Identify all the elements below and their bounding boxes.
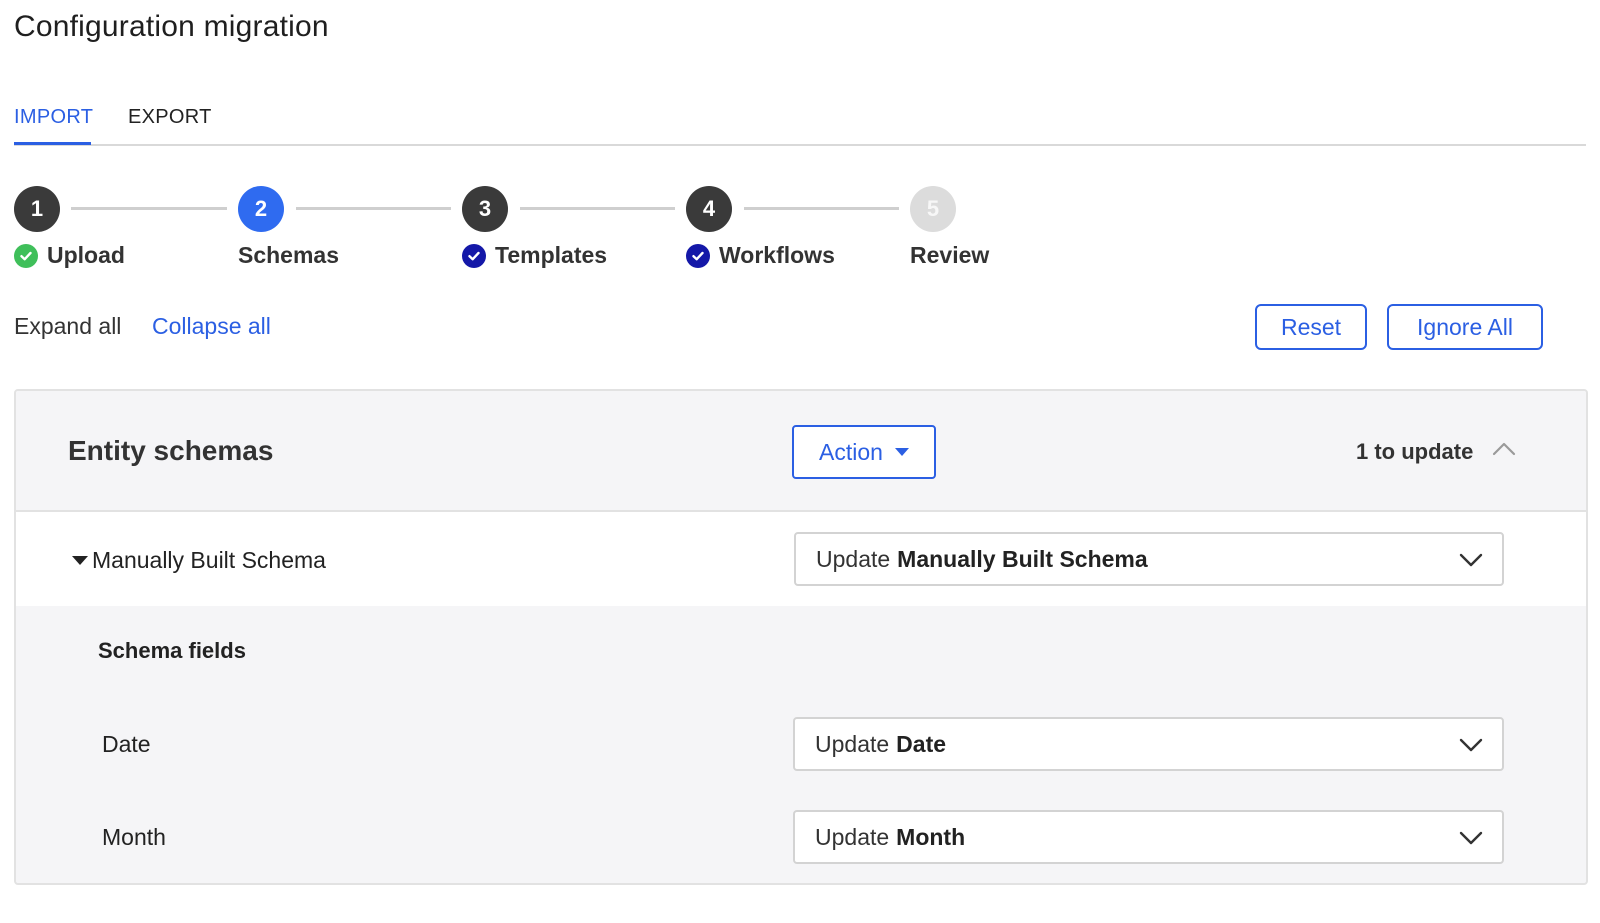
collapse-all-link[interactable]: Collapse all: [152, 313, 271, 340]
ignore-all-button[interactable]: Ignore All: [1387, 304, 1543, 350]
select-prefix: Update: [816, 545, 891, 572]
navy-check-icon: [462, 243, 486, 268]
caret-down-icon: [894, 448, 909, 456]
green-check-icon: [14, 243, 38, 268]
schema-fields-heading: Schema fields: [98, 638, 246, 663]
step-2-label: Schemas: [238, 242, 339, 269]
field-label-date: Date: [102, 731, 151, 757]
chevron-down-icon: [1458, 548, 1484, 570]
tab-export[interactable]: EXPORT: [128, 106, 212, 129]
select-prefix: Update: [815, 730, 890, 757]
panel-header: Entity schemas Action 1 to update: [16, 391, 1586, 512]
step-5-circle: 5: [910, 186, 956, 232]
tab-active-indicator: [14, 142, 91, 145]
page-title: Configuration migration: [14, 10, 329, 43]
schema-name: Manually Built Schema: [92, 547, 326, 573]
select-value: Month: [896, 823, 966, 850]
schema-expander[interactable]: Manually Built Schema: [72, 547, 326, 574]
panel-title: Entity schemas: [68, 435, 274, 466]
entity-schemas-panel: Entity schemas Action 1 to update Manual…: [14, 389, 1588, 885]
step-4-circle: 4: [686, 186, 732, 232]
navy-check-icon: [686, 243, 710, 268]
step-3-circle: 3: [462, 186, 508, 232]
tab-import[interactable]: IMPORT: [14, 106, 93, 129]
step-1-circle: 1: [14, 186, 60, 232]
step-2-circle: 2: [238, 186, 284, 232]
select-prefix: Update: [815, 823, 890, 850]
step-2-text: Schemas: [238, 242, 340, 268]
expand-all-link[interactable]: Expand all: [14, 313, 121, 340]
chevron-down-icon: [1458, 733, 1484, 755]
field-month-select[interactable]: Update Month: [793, 810, 1504, 864]
step-5-text: Review: [910, 242, 990, 268]
step-3-label: Templates: [462, 242, 607, 269]
schema-action-select[interactable]: Update Manually Built Schema: [794, 532, 1504, 586]
step-1-text: Upload: [47, 242, 125, 268]
select-value: Manually Built Schema: [897, 545, 1148, 572]
tab-bar: IMPORT EXPORT: [14, 100, 1586, 146]
update-count: 1 to update: [1356, 439, 1474, 464]
chevron-up-icon[interactable]: [1491, 439, 1517, 459]
select-value: Date: [896, 730, 947, 757]
step-1-label: Upload: [14, 242, 125, 269]
chevron-down-icon: [1458, 826, 1484, 848]
step-connector: [744, 207, 899, 210]
step-4-text: Workflows: [719, 242, 835, 268]
step-connector: [520, 207, 675, 210]
step-5-label: Review: [910, 242, 989, 269]
action-label: Action: [819, 438, 883, 465]
field-date-select[interactable]: Update Date: [793, 717, 1504, 771]
action-dropdown-button[interactable]: Action: [792, 425, 936, 479]
triangle-down-icon: [72, 556, 88, 565]
step-connector: [71, 207, 227, 210]
reset-button[interactable]: Reset: [1255, 304, 1367, 350]
step-4-label: Workflows: [686, 242, 835, 269]
field-label-month: Month: [102, 824, 166, 850]
step-connector: [296, 207, 451, 210]
schema-row: Manually Built Schema Update Manually Bu…: [16, 512, 1586, 606]
step-3-text: Templates: [495, 242, 608, 268]
